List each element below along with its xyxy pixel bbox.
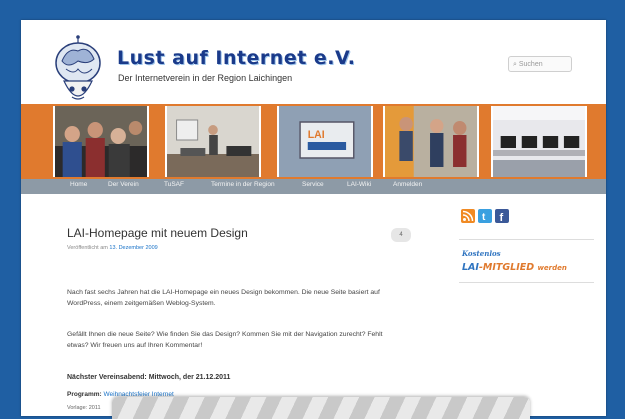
facebook-icon[interactable]: f [495, 209, 509, 224]
banner-photo-group [383, 106, 479, 177]
rss-icon[interactable] [461, 209, 475, 223]
banner-photo-classroom [165, 106, 261, 177]
mitglied-lai: LAI [462, 262, 479, 273]
svg-text:LAI: LAI [308, 129, 325, 141]
twitter-icon[interactable]: t [478, 209, 492, 223]
brain-robot-logo-icon[interactable] [48, 35, 108, 113]
search-input[interactable]: ⌕ Suchen [508, 56, 572, 72]
post-meta: Veröffentlicht am 13. Dezember 2009 [67, 245, 158, 251]
post-paragraph-1: Nach fast sechs Jahren hat die LAI-Homep… [67, 289, 380, 307]
svg-text:t: t [482, 212, 486, 223]
main-navigation: Home Der Verein TuSAF Termine in der Reg… [21, 179, 606, 194]
post-title[interactable]: LAI-Homepage mit neuem Design [67, 226, 248, 240]
nav-item-tusaf[interactable]: TuSAF [164, 181, 184, 188]
banner-photo-lai-sign: LAI [277, 106, 373, 177]
next-meeting-line: Nächster Vereinsabend: Mittwoch, der 21.… [67, 374, 231, 381]
site-title[interactable]: Lust auf Internet e.V. [117, 47, 356, 69]
mitglied-werden-banner[interactable]: LAI-MITGLIED werden [462, 262, 567, 273]
site-description: Der Internetverein in der Region Laichin… [118, 73, 293, 83]
post-paragraph-2: Gefällt Ihnen die neue Seite? Wie finden… [67, 331, 383, 349]
nav-item-lai-wiki[interactable]: LAI-Wiki [347, 181, 371, 188]
kostenlos-label: Kostenlos [462, 249, 501, 258]
banner-photo-meeting [53, 106, 149, 177]
comment-count-bubble[interactable]: 4 [391, 228, 411, 242]
svg-text:f: f [500, 212, 504, 223]
web-page: Lust auf Internet e.V. Der Internetverei… [21, 20, 606, 416]
membership-box[interactable]: Kostenlos LAI-MITGLIED werden [459, 239, 594, 283]
mitglied-main: -MITGLIED [478, 262, 535, 273]
browser-frame: Lust auf Internet e.V. Der Internetverei… [0, 0, 625, 419]
nav-item-termine[interactable]: Termine in der Region [211, 181, 275, 188]
banner-photo-computer-room [491, 106, 587, 177]
mitglied-werden: werden [537, 264, 567, 272]
header-banner: LAI [21, 104, 606, 179]
small-footnote: Vorlage: 2011 [67, 405, 101, 411]
program-label: Programm: [67, 391, 102, 398]
nav-item-anmelden[interactable]: Anmelden [393, 181, 422, 188]
nav-item-home[interactable]: Home [70, 181, 87, 188]
post-date-link[interactable]: 13. Dezember 2009 [109, 245, 157, 251]
nav-item-service[interactable]: Service [302, 181, 324, 188]
search-placeholder: Suchen [518, 61, 543, 68]
nav-item-der-verein[interactable]: Der Verein [108, 181, 139, 188]
site-header: Lust auf Internet e.V. Der Internetverei… [21, 20, 606, 102]
post-meta-prefix: Veröffentlicht am [67, 245, 108, 251]
